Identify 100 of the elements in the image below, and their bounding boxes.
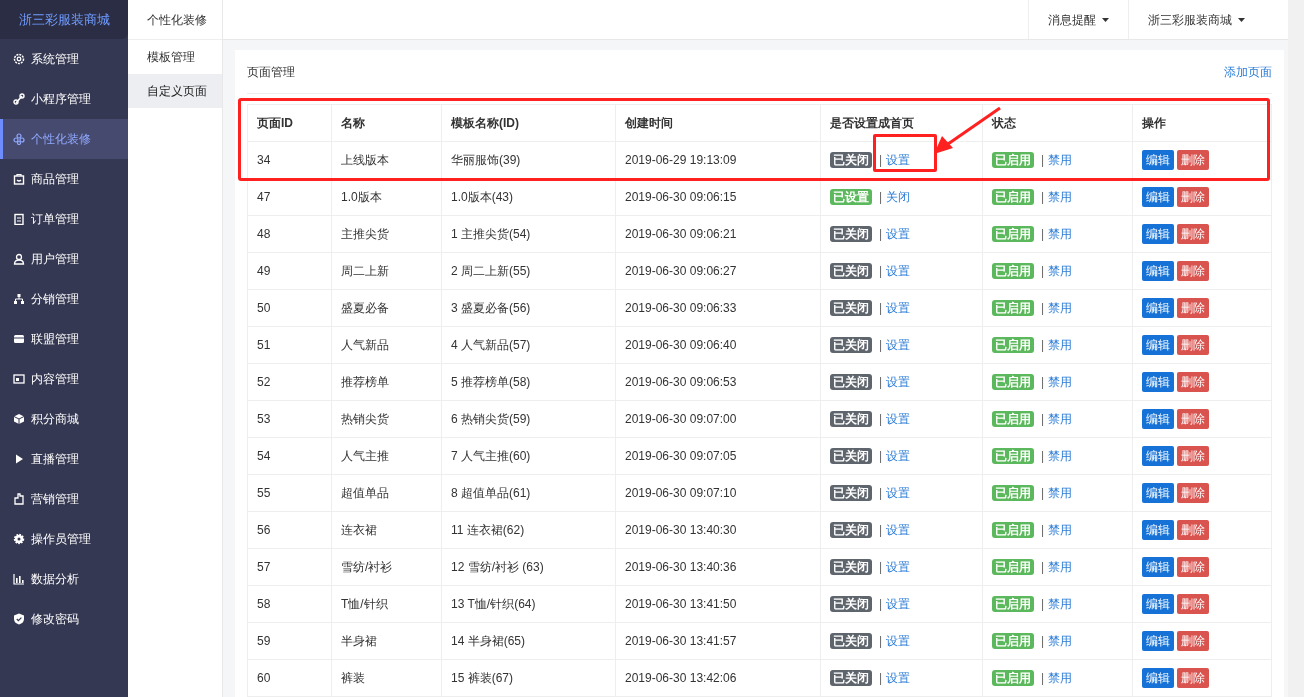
status-toggle-link[interactable]: 禁用	[1048, 190, 1073, 204]
status-toggle-link[interactable]: 禁用	[1048, 375, 1073, 389]
sidebar-item[interactable]: 修改密码	[0, 599, 128, 639]
homepage-toggle-link[interactable]: 设置	[886, 597, 911, 611]
status-toggle-link[interactable]: 禁用	[1048, 301, 1073, 315]
homepage-toggle-link[interactable]: 设置	[886, 338, 911, 352]
table-cell: 13 T恤/针织(64)	[441, 585, 616, 623]
delete-button[interactable]: 删除	[1177, 298, 1209, 318]
delete-button[interactable]: 删除	[1177, 594, 1209, 614]
status-toggle-link[interactable]: 禁用	[1048, 449, 1073, 463]
edit-button[interactable]: 编辑	[1142, 261, 1174, 281]
separator: |	[1041, 597, 1045, 611]
status-toggle-link[interactable]: 禁用	[1048, 634, 1073, 648]
separator: |	[1041, 338, 1045, 352]
edit-button[interactable]: 编辑	[1142, 187, 1174, 207]
sidebar-item[interactable]: 积分商城	[0, 399, 128, 439]
table-cell: 7 人气主推(60)	[441, 437, 616, 475]
status-toggle-link[interactable]: 禁用	[1048, 264, 1073, 278]
sidebar-item[interactable]: 商品管理	[0, 159, 128, 199]
status-toggle-link[interactable]: 禁用	[1048, 671, 1073, 685]
edit-button[interactable]: 编辑	[1142, 483, 1174, 503]
homepage-toggle-link[interactable]: 设置	[886, 301, 911, 315]
homepage-status-badge: 已关闭	[830, 337, 872, 353]
delete-button[interactable]: 删除	[1177, 224, 1209, 244]
homepage-toggle-link[interactable]: 设置	[886, 153, 911, 167]
separator: |	[1041, 449, 1045, 463]
sidebar-item[interactable]: 营销管理	[0, 479, 128, 519]
status-toggle-link[interactable]: 禁用	[1048, 227, 1073, 241]
sidebar-item[interactable]: 数据分析	[0, 559, 128, 599]
homepage-toggle-link[interactable]: 设置	[886, 634, 911, 648]
delete-button[interactable]: 删除	[1177, 372, 1209, 392]
shield-icon	[13, 613, 25, 625]
status-toggle-link[interactable]: 禁用	[1048, 153, 1073, 167]
sidebar-item[interactable]: 内容管理	[0, 359, 128, 399]
homepage-toggle-link[interactable]: 设置	[886, 375, 911, 389]
separator: |	[879, 227, 883, 241]
table-cell: 50	[247, 289, 332, 327]
table-cell: 60	[247, 659, 332, 697]
edit-button[interactable]: 编辑	[1142, 335, 1174, 355]
edit-button[interactable]: 编辑	[1142, 446, 1174, 466]
edit-button[interactable]: 编辑	[1142, 668, 1174, 688]
delete-button[interactable]: 删除	[1177, 483, 1209, 503]
homepage-toggle-link[interactable]: 设置	[886, 560, 911, 574]
status-toggle-link[interactable]: 禁用	[1048, 412, 1073, 426]
sidebar-item[interactable]: 个性化装修	[0, 119, 128, 159]
delete-button[interactable]: 删除	[1177, 668, 1209, 688]
edit-button[interactable]: 编辑	[1142, 409, 1174, 429]
edit-button[interactable]: 编辑	[1142, 520, 1174, 540]
homepage-toggle-link[interactable]: 设置	[886, 486, 911, 500]
homepage-toggle-link[interactable]: 设置	[886, 523, 911, 537]
homepage-status-badge: 已设置	[830, 189, 872, 205]
delete-button[interactable]: 删除	[1177, 335, 1209, 355]
table-cell: 雪纺/衬衫	[331, 548, 442, 586]
status-toggle-link[interactable]: 禁用	[1048, 523, 1073, 537]
homepage-status-badge: 已关闭	[830, 374, 872, 390]
status-toggle-link[interactable]: 禁用	[1048, 486, 1073, 500]
edit-button[interactable]: 编辑	[1142, 372, 1174, 392]
edit-button[interactable]: 编辑	[1142, 224, 1174, 244]
homepage-status-badge: 已关闭	[830, 559, 872, 575]
edit-button[interactable]: 编辑	[1142, 557, 1174, 577]
sidebar-item[interactable]: 分销管理	[0, 279, 128, 319]
sidebar-item[interactable]: 系统管理	[0, 39, 128, 79]
delete-button[interactable]: 删除	[1177, 187, 1209, 207]
edit-button[interactable]: 编辑	[1142, 150, 1174, 170]
status-toggle-link[interactable]: 禁用	[1048, 338, 1073, 352]
table-cell: 53	[247, 400, 332, 438]
delete-button[interactable]: 删除	[1177, 557, 1209, 577]
add-page-link[interactable]: 添加页面	[1224, 62, 1272, 81]
homepage-toggle-link[interactable]: 关闭	[886, 190, 911, 204]
sidebar-item[interactable]: 用户管理	[0, 239, 128, 279]
delete-button[interactable]: 删除	[1177, 520, 1209, 540]
homepage-toggle-link[interactable]: 设置	[886, 412, 911, 426]
sidebar-item[interactable]: 操作员管理	[0, 519, 128, 559]
delete-button[interactable]: 删除	[1177, 446, 1209, 466]
delete-button[interactable]: 删除	[1177, 631, 1209, 651]
table-cell: 48	[247, 215, 332, 253]
column-header: 页面ID	[247, 104, 332, 142]
dropdown-menu[interactable]: 浙三彩服装商城	[1128, 0, 1264, 39]
delete-button[interactable]: 删除	[1177, 261, 1209, 281]
sidebar-item[interactable]: 联盟管理	[0, 319, 128, 359]
subnav-item[interactable]: 自定义页面	[128, 74, 222, 108]
edit-button[interactable]: 编辑	[1142, 594, 1174, 614]
delete-button[interactable]: 删除	[1177, 150, 1209, 170]
table-cell: 连衣裙	[331, 511, 442, 549]
status-toggle-link[interactable]: 禁用	[1048, 560, 1073, 574]
sidebar-item[interactable]: 订单管理	[0, 199, 128, 239]
edit-button[interactable]: 编辑	[1142, 298, 1174, 318]
sidebar-item[interactable]: 直播管理	[0, 439, 128, 479]
table-cell: 盛夏必备	[331, 289, 442, 327]
homepage-toggle-link[interactable]: 设置	[886, 227, 911, 241]
homepage-toggle-link[interactable]: 设置	[886, 671, 911, 685]
edit-button[interactable]: 编辑	[1142, 631, 1174, 651]
table-cell: 人气主推	[331, 437, 442, 475]
delete-button[interactable]: 删除	[1177, 409, 1209, 429]
status-toggle-link[interactable]: 禁用	[1048, 597, 1073, 611]
homepage-toggle-link[interactable]: 设置	[886, 264, 911, 278]
homepage-toggle-link[interactable]: 设置	[886, 449, 911, 463]
separator: |	[879, 523, 883, 537]
dropdown-menu[interactable]: 消息提醒	[1028, 0, 1128, 39]
sidebar-item[interactable]: 小程序管理	[0, 79, 128, 119]
